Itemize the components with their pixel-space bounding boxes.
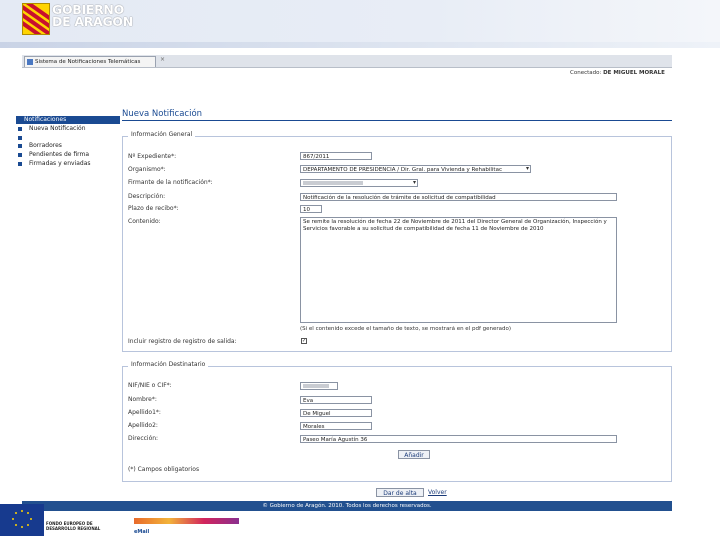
organismo-label: Organismo*:	[128, 166, 166, 173]
nombre-input[interactable]: Eva	[300, 396, 372, 404]
aragon-shield-icon	[22, 3, 50, 35]
firmante-select[interactable]	[300, 179, 418, 187]
logo-line2: DE ARAGON	[52, 14, 133, 29]
sidebar-item-pending[interactable]: Pendientes de firma	[18, 151, 89, 158]
eu-flag-icon	[0, 504, 44, 536]
nombre-label: Nombre*:	[128, 396, 157, 403]
program-subtitle: eMail	[134, 529, 150, 535]
user-name: DE MIGUEL MORALE	[603, 70, 665, 76]
sidebar-header: Notificaciones	[16, 116, 120, 124]
page-icon	[27, 59, 33, 65]
descripcion-input[interactable]: Notificación de la resolución de trámite…	[300, 193, 617, 201]
plazo-label: Plazo de recibo*:	[128, 205, 179, 212]
add-recipient-button[interactable]: Añadir	[398, 450, 430, 459]
apellido1-input[interactable]: De Miguel	[300, 409, 372, 417]
redacted-value	[303, 384, 329, 388]
user-prefix: Conectado:	[570, 70, 602, 76]
submit-button[interactable]: Dar de alta	[376, 488, 424, 497]
apellido1-label: Apellido1*:	[128, 409, 161, 416]
sidebar-item-label: Borradores	[29, 142, 62, 149]
contenido-label: Contenido:	[128, 218, 161, 225]
direccion-label: Dirección:	[128, 435, 159, 442]
footer-bar: © Gobierno de Aragón. 2010. Todos los de…	[22, 501, 672, 511]
sidebar-item-label: Pendientes de firma	[29, 151, 90, 158]
close-tab-icon[interactable]: ×	[160, 56, 165, 63]
descripcion-label: Descripción:	[128, 193, 166, 200]
firmante-label: Firmante de la notificación*:	[128, 179, 213, 186]
user-info: Conectado: DE MIGUEL MORALE	[570, 70, 665, 76]
expediente-label: Nº Expediente*:	[128, 153, 177, 160]
program-logo	[134, 518, 239, 524]
registro-checkbox[interactable]: ✓	[301, 338, 307, 344]
browser-tab[interactable]: Sistema de Notificaciones Telemáticas	[24, 56, 156, 67]
apellido2-input[interactable]: Morales	[300, 422, 372, 430]
back-link[interactable]: Volver	[428, 488, 447, 497]
recipient-info-legend: Información Destinatario	[128, 361, 209, 368]
sidebar-item-label: Nueva Notificación	[29, 125, 86, 132]
direccion-input[interactable]: Paseo María Agustín 36	[300, 435, 617, 443]
registro-label: Incluir registro de registro de salida:	[128, 338, 237, 345]
sidebar-item-new-notification[interactable]: Nueva Notificación	[18, 125, 86, 132]
nif-input[interactable]	[300, 382, 338, 390]
title-divider	[122, 120, 672, 121]
sidebar-item-signed[interactable]: Firmadas y enviadas	[18, 160, 91, 167]
logo-text: GOBIERNO DE ARAGON	[52, 3, 133, 29]
page-title: Nueva Notificación	[122, 109, 203, 119]
organismo-select[interactable]: DEPARTAMENTO DE PRESIDENCIA / Dir. Gral.…	[300, 165, 531, 173]
sidebar-item-label: Firmadas y enviadas	[29, 160, 91, 167]
contenido-note: (Si el contenido excede el tamaño de tex…	[300, 326, 512, 332]
sidebar-item-separator	[18, 134, 29, 141]
erdf-line2: DESARROLLO REGIONAL	[46, 526, 101, 531]
recipient-info-section	[122, 366, 672, 482]
plazo-input[interactable]: 10	[300, 205, 322, 213]
nif-label: NIF/NIE o CIF*:	[128, 382, 172, 389]
expediente-input[interactable]: 867/2011	[300, 152, 372, 160]
sidebar-item-drafts[interactable]: Borradores	[18, 142, 62, 149]
apellido2-label: Apellido2:	[128, 422, 158, 429]
government-logo: GOBIERNO DE ARAGON	[0, 0, 136, 38]
erdf-caption: FONDO EUROPEO DE DESARROLLO REGIONAL	[46, 521, 100, 531]
contenido-textarea[interactable]: Se remite la resolución de fecha 22 de N…	[300, 217, 617, 323]
redacted-value	[303, 181, 363, 185]
browser-tab-label: Sistema de Notificaciones Telemáticas	[35, 59, 141, 65]
general-info-legend: Información General	[128, 131, 196, 138]
required-fields-note: (*) Campos obligatorios	[128, 466, 200, 473]
